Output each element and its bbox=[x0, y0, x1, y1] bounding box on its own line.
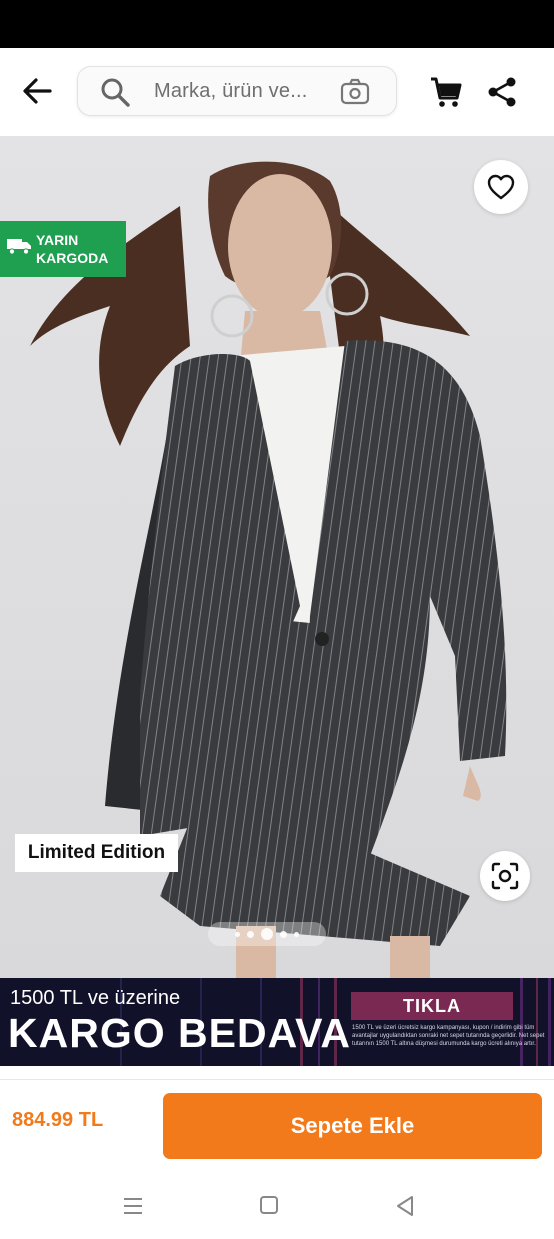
visual-search-icon bbox=[491, 862, 519, 890]
share-icon bbox=[488, 77, 516, 107]
product-price: 884.99 TL bbox=[12, 1109, 104, 1131]
home-icon[interactable] bbox=[258, 1194, 280, 1216]
badge-line-2: KARGODA bbox=[36, 250, 109, 266]
heart-icon bbox=[487, 174, 515, 200]
system-back-icon[interactable] bbox=[393, 1194, 417, 1218]
recent-apps-icon[interactable] bbox=[120, 1194, 146, 1218]
favorite-button[interactable] bbox=[474, 160, 528, 214]
camera-search-icon[interactable] bbox=[340, 78, 370, 106]
back-button[interactable] bbox=[16, 70, 58, 112]
product-image-gallery[interactable]: YARIN KARGODA Limited Edition bbox=[0, 136, 554, 978]
gallery-dot[interactable] bbox=[247, 930, 254, 938]
banner-cta-button[interactable]: TIKLA bbox=[351, 992, 513, 1020]
badge-line-1: YARIN bbox=[36, 232, 79, 248]
truck-icon bbox=[7, 239, 31, 255]
banner-subtitle: 1500 TL ve üzerine bbox=[10, 987, 181, 1009]
visual-search-button[interactable] bbox=[480, 851, 530, 901]
top-bar: Marka, ürün ve... bbox=[0, 48, 554, 136]
cart-icon bbox=[431, 77, 462, 107]
gallery-dot[interactable] bbox=[235, 931, 240, 937]
share-button[interactable] bbox=[484, 74, 520, 110]
add-to-cart-button[interactable]: Sepete Ekle bbox=[163, 1093, 542, 1159]
system-navigation-bar bbox=[0, 1174, 554, 1239]
gallery-pagination[interactable] bbox=[208, 922, 326, 946]
gallery-dot-active[interactable] bbox=[261, 928, 273, 940]
section-divider bbox=[0, 1066, 554, 1080]
cart-button[interactable] bbox=[428, 74, 464, 110]
search-input[interactable]: Marka, ürün ve... bbox=[77, 66, 397, 116]
gallery-dot[interactable] bbox=[294, 931, 299, 937]
banner-title: KARGO BEDAVA bbox=[8, 1010, 352, 1056]
search-placeholder: Marka, ürün ve... bbox=[154, 80, 308, 102]
fast-delivery-badge: YARIN KARGODA bbox=[0, 221, 126, 277]
gallery-dot[interactable] bbox=[280, 930, 287, 938]
limited-edition-label: Limited Edition bbox=[15, 834, 178, 872]
free-shipping-banner[interactable]: 1500 TL ve üzerine KARGO BEDAVA TIKLA 15… bbox=[0, 978, 554, 1066]
arrow-left-icon bbox=[23, 78, 52, 104]
status-bar bbox=[0, 0, 554, 48]
banner-fine-print: 1500 TL ve üzeri ücretsiz kargo kampanya… bbox=[352, 1025, 545, 1048]
search-icon bbox=[101, 78, 130, 107]
